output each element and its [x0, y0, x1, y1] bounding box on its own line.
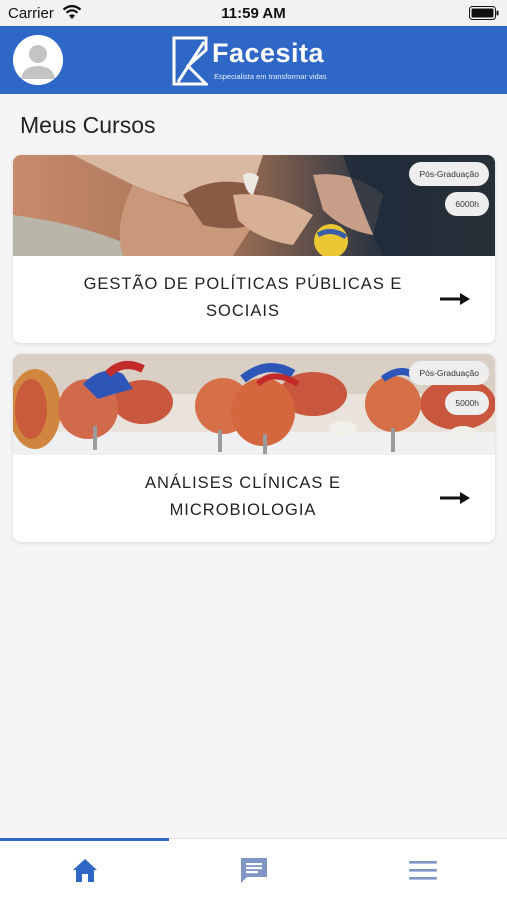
chat-icon — [241, 858, 267, 883]
course-title: ANÁLISES CLÍNICAS E MICROBIOLOGIA — [145, 474, 341, 519]
course-card[interactable]: Pós-Graduação 5000h ANÁLISES CLÍNICAS E … — [13, 354, 495, 542]
course-type-badge: Pós-Graduação — [409, 162, 489, 186]
brand-name: Facesita — [212, 38, 325, 68]
bottom-tab-bar — [0, 838, 507, 900]
course-type-badge: Pós-Graduação — [409, 361, 489, 385]
battery-icon — [469, 6, 499, 20]
course-hours-badge: 5000h — [445, 391, 489, 415]
brand-tagline: Especialista em transformar vidas — [214, 72, 327, 81]
menu-icon — [409, 861, 437, 880]
app-header: Facesita Especialista em transformar vid… — [0, 26, 507, 94]
status-bar: Carrier 11:59 AM — [0, 0, 507, 26]
course-title: GESTÃO DE POLÍTICAS PÚBLICAS E SOCIAIS — [83, 275, 403, 320]
page-title: Meus Cursos — [20, 112, 156, 138]
tab-menu[interactable] — [338, 839, 507, 900]
arrow-right-icon[interactable] — [439, 490, 471, 506]
brand-logo: Facesita Especialista em transformar vid… — [172, 36, 342, 86]
heart-models-photo: Pós-Graduação 5000h — [13, 354, 495, 455]
home-icon — [73, 859, 97, 882]
tab-messages[interactable] — [169, 839, 338, 900]
user-avatar-icon[interactable] — [13, 35, 63, 85]
course-card[interactable]: Pós-Graduação 6000h GESTÃO DE POLÍTICAS … — [13, 155, 495, 343]
elderly-hands-photo: Pós-Graduação 6000h — [13, 155, 495, 256]
arrow-right-icon[interactable] — [439, 291, 471, 307]
course-hours-badge: 6000h — [445, 192, 489, 216]
clock: 11:59 AM — [221, 5, 286, 22]
logo-mark-icon — [172, 36, 208, 86]
tab-home[interactable] — [0, 839, 169, 900]
